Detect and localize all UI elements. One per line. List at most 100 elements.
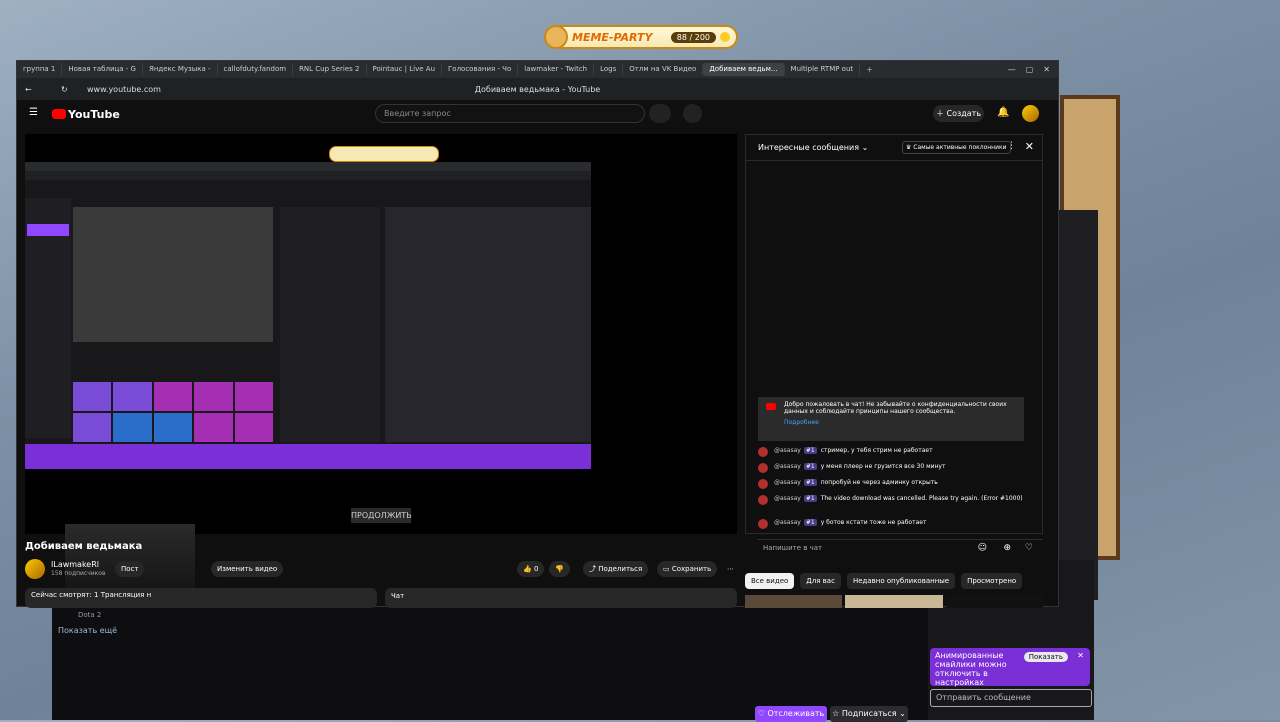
- author-name[interactable]: @asasay: [774, 479, 801, 486]
- author-name[interactable]: @asasay: [774, 519, 801, 526]
- save-label: Сохранить: [671, 565, 712, 573]
- create-label: Создать: [946, 109, 982, 118]
- browser-tab[interactable]: callofduty.fandom: [218, 63, 294, 76]
- close-icon[interactable]: ✕: [1077, 651, 1084, 660]
- youtube-logo[interactable]: YouTube: [52, 108, 120, 121]
- browser-tab[interactable]: Multiple RTMP out: [785, 63, 861, 76]
- edit-video-button[interactable]: Изменить видео: [211, 561, 284, 577]
- author-avatar: [758, 495, 768, 505]
- video-title: Добиваем ведьмака: [25, 541, 143, 552]
- welcome-message: Добро пожаловать в чат! Не забывайте о к…: [758, 397, 1024, 441]
- captured-quick-actions: [73, 382, 273, 442]
- chat-message: @asasay #1 стример, у тебя стрим не работа…: [758, 447, 1028, 457]
- new-tab-icon[interactable]: ＋: [860, 65, 879, 75]
- captured-chat: [385, 207, 591, 442]
- browser-tab-active[interactable]: Добиваем ведьм...: [703, 63, 785, 76]
- fan-badge: #1: [803, 447, 817, 454]
- live-chat-panel: Интересные сообщения ⌄ ♛ Самые активные …: [745, 134, 1043, 534]
- thumbnail[interactable]: [945, 595, 1043, 608]
- chat-message: @asasay #1 The video download was cancelle…: [758, 495, 1028, 505]
- mic-icon[interactable]: [683, 104, 702, 123]
- save-button[interactable]: ▭ Сохранить: [657, 561, 718, 577]
- dislike-button[interactable]: 👎: [549, 561, 570, 577]
- top-fans-button[interactable]: ♛ Самые активные поклонники: [902, 141, 1011, 154]
- youtube-header: ☰ YouTube Введите запрос ＋ Создать 🔔: [17, 100, 1058, 128]
- chat-more-icon[interactable]: ⋮: [1007, 141, 1016, 151]
- emoji-icon[interactable]: ☺: [978, 543, 987, 553]
- message-text: у меня плеер не грузится все 30 минут: [820, 463, 946, 470]
- chip-all[interactable]: Все видео: [745, 573, 795, 589]
- browser-tab[interactable]: Голосования - Чо: [442, 63, 519, 76]
- thumbnail[interactable]: [845, 595, 943, 608]
- chip-for-you[interactable]: Для вас: [800, 573, 841, 589]
- top-fans-label: Самые активные поклонники: [913, 144, 1007, 151]
- chat-header: Интересные сообщения ⌄ ♛ Самые активные …: [746, 135, 1042, 161]
- message-text: стример, у тебя стрим не работает: [820, 447, 933, 454]
- captured-tab-bar: [25, 162, 591, 171]
- close-icon[interactable]: ✕: [1025, 140, 1034, 153]
- message-text: у ботов кстати тоже не работает: [820, 519, 927, 526]
- captured-activity-feed: [280, 207, 380, 442]
- thumbnail[interactable]: [745, 595, 843, 608]
- background-window: [52, 600, 932, 720]
- channel-name[interactable]: ILawmakeRl: [51, 560, 99, 569]
- more-icon[interactable]: ⋯: [721, 561, 740, 577]
- show-button[interactable]: Показать: [1023, 652, 1068, 662]
- recommended-thumbnails: [745, 595, 1043, 608]
- captured-banner: [25, 444, 591, 469]
- continue-button[interactable]: ПРОДОЛЖИТЬ: [351, 508, 412, 523]
- channel-avatar[interactable]: [25, 559, 45, 579]
- browser-tab[interactable]: Яндекс Музыка -: [143, 63, 218, 76]
- browser-tab[interactable]: группа 1: [17, 63, 63, 76]
- browser-tab[interactable]: Отлм на VK Видео: [623, 63, 704, 76]
- doge-icon: [544, 25, 568, 49]
- emote-notice-text: Анимированные смайлики можно отключить в…: [935, 651, 1007, 687]
- chat-box[interactable]: Чат: [385, 588, 737, 608]
- message-text: попробуй не через админку открыть: [820, 479, 938, 486]
- browser-tab[interactable]: Pointauc | Live Au: [367, 63, 443, 76]
- chat-mode-dropdown[interactable]: Интересные сообщения ⌄: [758, 143, 868, 152]
- fan-badge: #1: [803, 463, 817, 470]
- search-icon[interactable]: [649, 104, 671, 123]
- chat-input[interactable]: Напишите в чат: [763, 544, 822, 552]
- twitch-message-input[interactable]: Отправить сообщение: [930, 689, 1092, 707]
- video-player[interactable]: ПРОДОЛЖИТЬ: [25, 134, 737, 604]
- browser-tab[interactable]: Logs: [594, 63, 624, 76]
- like-count: 0: [533, 565, 539, 573]
- close-window-icon[interactable]: ✕: [1043, 65, 1050, 74]
- author-name[interactable]: @asasay: [774, 495, 801, 502]
- share-label: Поделиться: [598, 565, 643, 573]
- search-input[interactable]: Введите запрос: [375, 104, 645, 123]
- subscribe-label: Подписаться: [841, 709, 897, 718]
- page-title: Добиваем ведьмака - YouTube: [474, 84, 601, 94]
- browser-tab[interactable]: Новая таблица - G: [62, 63, 143, 76]
- description-box[interactable]: Сейчас смотрят: 1 Трансляция н: [25, 588, 377, 608]
- author-name[interactable]: @asasay: [774, 447, 801, 454]
- chat-message: @asasay #1 у ботов кстати тоже не работает: [758, 519, 1028, 529]
- show-more-link[interactable]: Показать ещё: [58, 626, 117, 635]
- youtube-play-icon: [52, 109, 66, 119]
- fan-badge: #1: [803, 495, 817, 502]
- stream-capture: [25, 162, 591, 469]
- filter-chips: Все видео Для вас Недавно опубликованные…: [745, 573, 1023, 589]
- menu-icon[interactable]: ☰: [29, 107, 38, 118]
- chip-watched[interactable]: Просмотрено: [961, 573, 1023, 589]
- like-button[interactable]: 👍 0: [517, 561, 545, 577]
- learn-more-link[interactable]: Подробнее: [784, 419, 1018, 426]
- browser-tab[interactable]: RNL Cup Series 2: [293, 63, 367, 76]
- maximize-icon[interactable]: ▢: [1026, 65, 1034, 74]
- bell-icon[interactable]: 🔔: [997, 107, 1009, 118]
- minimize-icon[interactable]: —: [1008, 65, 1016, 74]
- background-game-label: Dota 2: [78, 611, 102, 619]
- share-button[interactable]: ⤴ Поделиться: [583, 561, 649, 577]
- author-name[interactable]: @asasay: [774, 463, 801, 470]
- promote-button[interactable]: Пост: [115, 561, 145, 577]
- chat-message: @asasay #1 попробуй не через админку откры…: [758, 479, 1028, 489]
- create-button[interactable]: ＋ Создать: [933, 105, 984, 122]
- browser-tab[interactable]: lawmaker - Twitch: [518, 63, 595, 76]
- add-icon[interactable]: ⊕: [1003, 543, 1011, 553]
- chip-recent[interactable]: Недавно опубликованные: [846, 573, 956, 589]
- heart-icon[interactable]: ♡: [1025, 543, 1033, 553]
- chat-mode-label: Интересные сообщения: [758, 143, 860, 152]
- avatar[interactable]: [1022, 105, 1039, 122]
